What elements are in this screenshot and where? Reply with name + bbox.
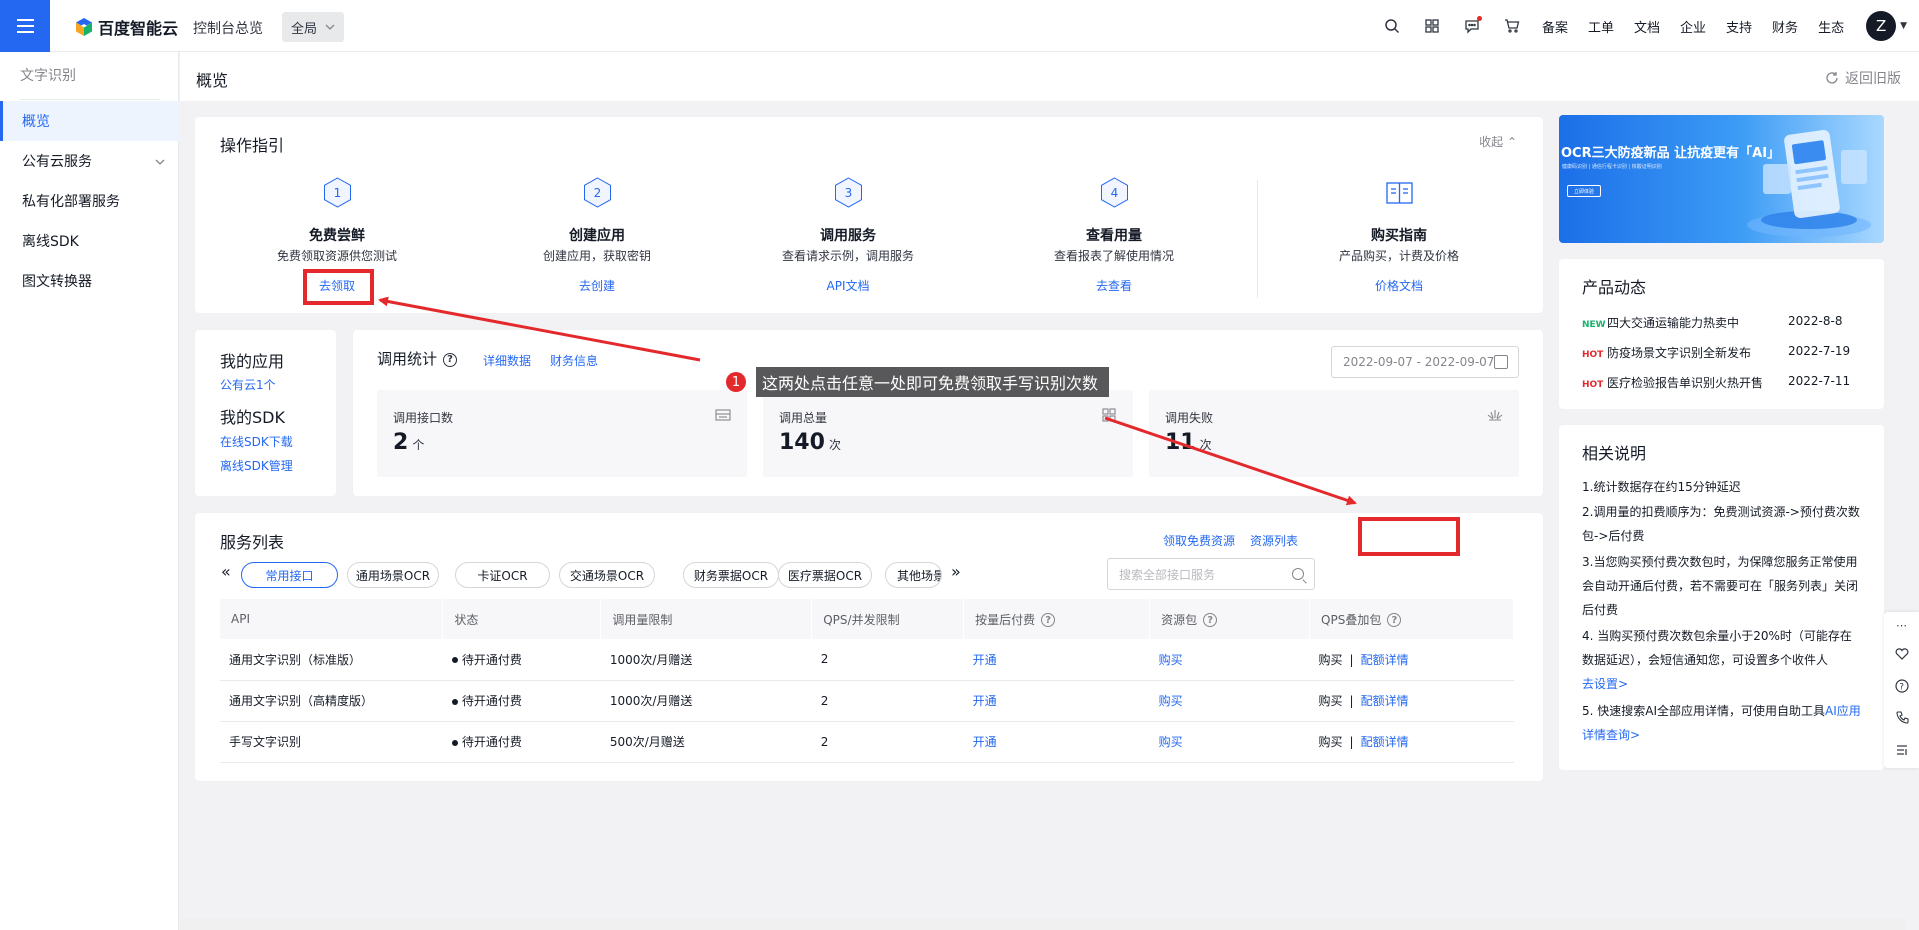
nav-support[interactable]: 支持 [1726, 17, 1752, 36]
region-value: 全局 [291, 21, 318, 37]
annotation-badge: 1 [726, 372, 746, 392]
hamburger-menu-icon[interactable] [0, 0, 50, 52]
svg-text:?: ? [1899, 682, 1904, 692]
cart-icon[interactable] [1502, 16, 1522, 36]
top-bar: 百度智能云 控制台总览 全局 备案 工单 文档 企业 支持 财务 生态 Z ▼ [0, 0, 1919, 52]
nav-enterprise[interactable]: 企业 [1680, 17, 1706, 36]
baidu-cloud-logo-icon [76, 18, 92, 36]
chevron-down-icon [325, 24, 335, 30]
search-icon[interactable] [1382, 16, 1402, 36]
highlight-claim-link [303, 269, 374, 305]
brand-logo[interactable]: 百度智能云 [74, 15, 178, 39]
arrow-to-claim-link [378, 296, 701, 362]
annotation-arrows [378, 296, 1357, 506]
console-overview-link[interactable]: 控制台总览 [193, 18, 263, 38]
highlight-free-resource [1358, 517, 1460, 556]
region-select[interactable]: 全局 [282, 12, 344, 42]
nav-beian[interactable]: 备案 [1542, 17, 1568, 36]
message-icon[interactable] [1462, 16, 1482, 36]
annotation-tooltip: 这两处点击任意一处即可免费领取手写识别次数 [756, 367, 1109, 397]
nav-finance[interactable]: 财务 [1772, 17, 1798, 36]
user-avatar[interactable]: Z [1866, 11, 1897, 41]
vertical-scrollbar[interactable] [1906, 98, 1914, 918]
top-nav: 备案 工单 文档 企业 支持 财务 生态 Z ▼ [1382, 0, 1919, 52]
brand-name: 百度智能云 [98, 19, 179, 38]
horizontal-scrollbar[interactable] [180, 918, 1906, 930]
nav-ticket[interactable]: 工单 [1588, 17, 1614, 36]
nav-ecosystem[interactable]: 生态 [1818, 17, 1844, 36]
nav-docs[interactable]: 文档 [1634, 17, 1660, 36]
arrow-to-free-resource [1104, 416, 1357, 506]
caret-down-icon[interactable]: ▼ [1900, 21, 1907, 31]
apps-grid-icon[interactable] [1422, 16, 1442, 36]
unread-dot [1476, 16, 1482, 21]
